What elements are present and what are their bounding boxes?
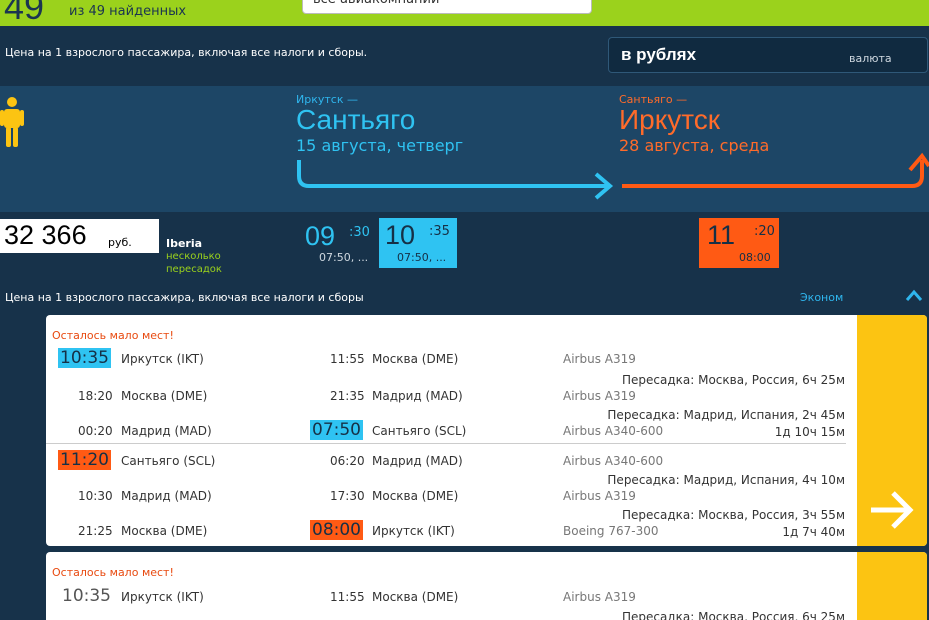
arrival-time: 11:55	[330, 590, 365, 604]
arrival-time: 07:50	[310, 420, 363, 440]
aircraft: Airbus A319	[563, 489, 636, 503]
chevron-up-icon[interactable]	[905, 288, 923, 302]
flight-segment: 18:20 Москва (DME) 21:35 Мадрид (MAD) Ai…	[46, 386, 846, 406]
seats-warning: Осталось мало мест!	[52, 329, 174, 342]
departure-time: 10:35	[58, 348, 111, 368]
arrival-time: 06:20	[330, 454, 365, 468]
arrival-place: Иркутск (IKT)	[372, 524, 455, 538]
departure-place: Мадрид (MAD)	[121, 424, 212, 438]
price-currency: руб.	[108, 236, 132, 249]
arrival-place: Мадрид (MAD)	[372, 454, 463, 468]
price-box: 32 366 руб.	[0, 219, 159, 253]
total-duration: 1д 10ч 15м	[774, 425, 845, 439]
aircraft: Airbus A319	[563, 590, 636, 604]
arrival-time: 21:35	[330, 389, 365, 403]
class-link[interactable]: Эконом	[800, 291, 843, 304]
arrival-place: Москва (DME)	[372, 352, 459, 366]
departure-place: Иркутск (IKT)	[121, 352, 204, 366]
select-flight-button[interactable]	[857, 315, 927, 546]
departure-place: Иркутск (IKT)	[121, 590, 204, 604]
time-hour: 09	[305, 221, 336, 251]
aircraft: Boeing 767-300	[563, 524, 659, 538]
time-arrival: 08:00	[739, 251, 771, 264]
arrival-time: 17:30	[330, 489, 365, 503]
outbound-arrow-icon	[297, 160, 608, 188]
transfer-info: Пересадка: Мадрид, Испания, 2ч 45м	[607, 408, 845, 422]
time-minutes: :30	[349, 225, 370, 240]
arrival-place: Мадрид (MAD)	[372, 389, 463, 403]
route-arrows	[297, 152, 929, 200]
transfer-info: Пересадка: Москва, Россия, 3ч 55м	[622, 508, 845, 522]
stops-label: несколько	[166, 251, 221, 262]
total-duration: 1д 7ч 40м	[782, 525, 845, 539]
time-minutes: :35	[429, 224, 450, 239]
time-minutes: :20	[754, 224, 775, 239]
flight-card[interactable]: Осталось мало мест! 10:35 Иркутск (IKT) …	[46, 315, 927, 546]
transfer-info: Пересадка: Москва, Россия, 6ч 25м	[622, 373, 845, 387]
select-flight-button[interactable]	[857, 552, 927, 620]
aircraft: Airbus A340-600	[563, 454, 664, 468]
arrival-time: 11:55	[330, 352, 365, 366]
aircraft: Airbus A340-600	[563, 424, 664, 438]
departure-time: 00:20	[78, 424, 113, 438]
time-hour: 11	[707, 220, 736, 250]
time-arrival: 07:50, ...	[319, 251, 369, 264]
departure-time: 10:30	[78, 489, 113, 503]
seats-warning: Осталось мало мест!	[52, 566, 174, 579]
arrival-time: 08:00	[310, 520, 363, 540]
departure-place: Москва (DME)	[121, 524, 208, 538]
departure-time: 11:20	[58, 450, 111, 470]
flight-segment: 10:30 Мадрид (MAD) 17:30 Москва (DME) Ai…	[46, 486, 846, 506]
flight-card[interactable]: Осталось мало мест! 10:35 Иркутск (IKT) …	[46, 552, 927, 620]
price-note-secondary: Цена на 1 взрослого пассажира, включая в…	[5, 291, 364, 304]
return-arrow-icon	[622, 160, 924, 188]
arrival-place: Сантьяго (SCL)	[372, 424, 467, 438]
flight-segment: 11:20 Сантьяго (SCL) 06:20 Мадрид (MAD) …	[46, 450, 846, 471]
price-value: 32 366	[4, 220, 87, 250]
departure-time: 10:35	[62, 586, 111, 606]
departure-time: 18:20	[78, 389, 113, 403]
departure-time: 21:25	[78, 524, 113, 538]
aircraft: Airbus A319	[563, 389, 636, 403]
departure-place: Сантьяго (SCL)	[121, 454, 216, 468]
time-arrival: 07:50, ...	[397, 251, 447, 264]
time-hour: 10	[385, 220, 416, 250]
airline-name: Iberia	[166, 237, 203, 250]
arrow-right-icon	[871, 491, 914, 529]
transfer-info: Пересадка: Мадрид, Испания, 4ч 10м	[607, 473, 845, 487]
departure-place: Мадрид (MAD)	[121, 489, 212, 503]
arrival-place: Москва (DME)	[372, 590, 459, 604]
transfer-info: Пересадка: Москва, Россия, 6ч 25м	[622, 610, 845, 620]
arrival-place: Москва (DME)	[372, 489, 459, 503]
aircraft: Airbus A319	[563, 352, 636, 366]
stops-label-2: пересадок	[166, 264, 222, 275]
flight-segment: 10:35 Иркутск (IKT) 11:55 Москва (DME) A…	[46, 586, 846, 607]
divider	[46, 443, 846, 444]
flight-segment: 00:20 Мадрид (MAD) 07:50 Сантьяго (SCL) …	[46, 420, 846, 441]
flight-segment: 21:25 Москва (DME) 08:00 Иркутск (IKT) B…	[46, 520, 846, 541]
departure-place: Москва (DME)	[121, 389, 208, 403]
flight-segment: 10:35 Иркутск (IKT) 11:55 Москва (DME) A…	[46, 348, 846, 369]
